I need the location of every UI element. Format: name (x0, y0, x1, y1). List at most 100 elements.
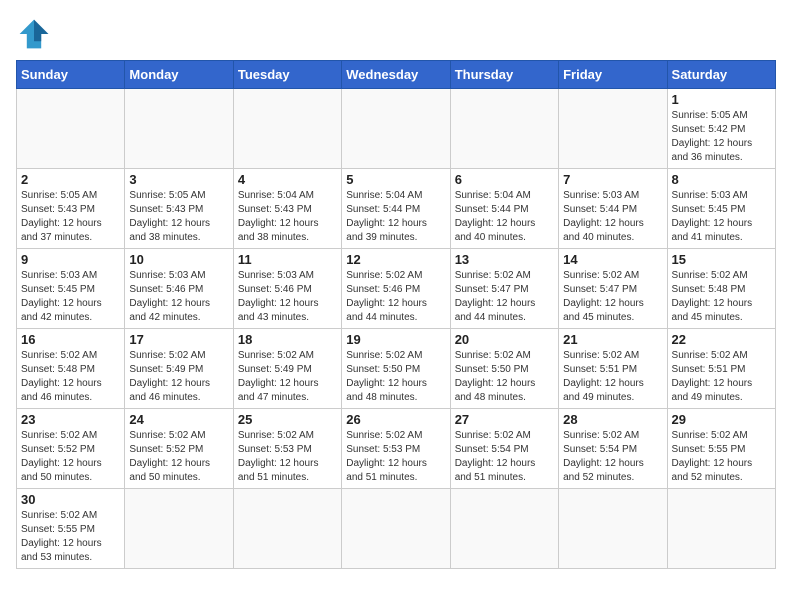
day-info: Sunrise: 5:02 AM Sunset: 5:47 PM Dayligh… (455, 269, 554, 325)
calendar-cell (450, 489, 558, 569)
weekday-wednesday: Wednesday (342, 61, 450, 89)
day-info: Sunrise: 5:05 AM Sunset: 5:43 PM Dayligh… (129, 189, 228, 245)
day-info: Sunrise: 5:05 AM Sunset: 5:42 PM Dayligh… (672, 109, 771, 165)
weekday-monday: Monday (125, 61, 233, 89)
calendar-cell (125, 89, 233, 169)
calendar-cell (342, 489, 450, 569)
day-number: 15 (672, 252, 771, 267)
calendar-body: 1 Sunrise: 5:05 AM Sunset: 5:42 PM Daylig… (17, 89, 776, 569)
day-number: 2 (21, 172, 120, 187)
day-info: Sunrise: 5:02 AM Sunset: 5:47 PM Dayligh… (563, 269, 662, 325)
day-number: 11 (238, 252, 337, 267)
calendar-week-5: 30Sunrise: 5:02 AM Sunset: 5:55 PM Dayli… (17, 489, 776, 569)
calendar-cell (233, 89, 341, 169)
calendar-cell: 13 Sunrise: 5:02 AM Sunset: 5:47 PM Dayli… (450, 249, 558, 329)
calendar-cell: 5Sunrise: 5:04 AM Sunset: 5:44 PM Daylig… (342, 169, 450, 249)
calendar-cell: 30Sunrise: 5:02 AM Sunset: 5:55 PM Dayli… (17, 489, 125, 569)
calendar-cell: 12 Sunrise: 5:02 AM Sunset: 5:46 PM Dayli… (342, 249, 450, 329)
day-number: 3 (129, 172, 228, 187)
day-info: Sunrise: 5:02 AM Sunset: 5:51 PM Dayligh… (563, 349, 662, 405)
day-info: Sunrise: 5:02 AM Sunset: 5:46 PM Dayligh… (346, 269, 445, 325)
calendar-cell: 24 Sunrise: 5:02 AM Sunset: 5:52 PM Dayli… (125, 409, 233, 489)
day-number: 17 (129, 332, 228, 347)
day-info: Sunrise: 5:04 AM Sunset: 5:43 PM Dayligh… (238, 189, 337, 245)
calendar-cell: 4 Sunrise: 5:04 AM Sunset: 5:43 PM Daylig… (233, 169, 341, 249)
day-number: 24 (129, 412, 228, 427)
calendar-cell: 2 Sunrise: 5:05 AM Sunset: 5:43 PM Daylig… (17, 169, 125, 249)
day-info: Sunrise: 5:02 AM Sunset: 5:51 PM Dayligh… (672, 349, 771, 405)
calendar-cell: 3 Sunrise: 5:05 AM Sunset: 5:43 PM Daylig… (125, 169, 233, 249)
calendar-cell: 17 Sunrise: 5:02 AM Sunset: 5:49 PM Dayli… (125, 329, 233, 409)
day-number: 25 (238, 412, 337, 427)
calendar-cell: 18 Sunrise: 5:02 AM Sunset: 5:49 PM Dayli… (233, 329, 341, 409)
calendar-cell: 16 Sunrise: 5:02 AM Sunset: 5:48 PM Dayli… (17, 329, 125, 409)
calendar-cell: 11 Sunrise: 5:03 AM Sunset: 5:46 PM Dayli… (233, 249, 341, 329)
day-info: Sunrise: 5:03 AM Sunset: 5:45 PM Dayligh… (21, 269, 120, 325)
day-info: Sunrise: 5:03 AM Sunset: 5:46 PM Dayligh… (129, 269, 228, 325)
day-info: Sunrise: 5:02 AM Sunset: 5:54 PM Dayligh… (455, 429, 554, 485)
day-number: 6 (455, 172, 554, 187)
day-number: 1 (672, 92, 771, 107)
calendar-cell: 23Sunrise: 5:02 AM Sunset: 5:52 PM Dayli… (17, 409, 125, 489)
day-number: 9 (21, 252, 120, 267)
weekday-saturday: Saturday (667, 61, 775, 89)
logo (16, 16, 58, 52)
day-number: 5 (346, 172, 445, 187)
day-number: 12 (346, 252, 445, 267)
day-info: Sunrise: 5:02 AM Sunset: 5:55 PM Dayligh… (672, 429, 771, 485)
calendar-cell: 10 Sunrise: 5:03 AM Sunset: 5:46 PM Dayli… (125, 249, 233, 329)
weekday-thursday: Thursday (450, 61, 558, 89)
calendar-cell: 20Sunrise: 5:02 AM Sunset: 5:50 PM Dayli… (450, 329, 558, 409)
calendar-cell (450, 89, 558, 169)
calendar-cell: 6 Sunrise: 5:04 AM Sunset: 5:44 PM Daylig… (450, 169, 558, 249)
day-info: Sunrise: 5:03 AM Sunset: 5:44 PM Dayligh… (563, 189, 662, 245)
logo-icon (16, 16, 52, 52)
calendar-week-4: 23 Sunrise: 5:02 AM Sunset: 5:52 PM Dayli… (17, 409, 776, 489)
day-number: 26 (346, 412, 445, 427)
calendar-cell: 22Sunrise: 5:02 AM Sunset: 5:51 PM Dayli… (667, 329, 775, 409)
day-number: 4 (238, 172, 337, 187)
calendar-cell (559, 89, 667, 169)
day-info: Sunrise: 5:02 AM Sunset: 5:50 PM Dayligh… (346, 349, 445, 405)
day-info: Sunrise: 5:05 AM Sunset: 5:43 PM Dayligh… (21, 189, 120, 245)
calendar-cell (342, 89, 450, 169)
calendar-cell: 25 Sunrise: 5:02 AM Sunset: 5:53 PM Dayli… (233, 409, 341, 489)
day-number: 27 (455, 412, 554, 427)
calendar-cell: 28Sunrise: 5:02 AM Sunset: 5:54 PM Dayli… (559, 409, 667, 489)
day-number: 18 (238, 332, 337, 347)
day-info: Sunrise: 5:02 AM Sunset: 5:49 PM Dayligh… (238, 349, 337, 405)
day-number: 14 (563, 252, 662, 267)
calendar-cell: 8Sunrise: 5:03 AM Sunset: 5:45 PM Daylig… (667, 169, 775, 249)
calendar-cell (667, 489, 775, 569)
day-number: 7 (563, 172, 662, 187)
day-info: Sunrise: 5:02 AM Sunset: 5:53 PM Dayligh… (238, 429, 337, 485)
weekday-friday: Friday (559, 61, 667, 89)
day-info: Sunrise: 5:02 AM Sunset: 5:48 PM Dayligh… (21, 349, 120, 405)
day-number: 23 (21, 412, 120, 427)
day-info: Sunrise: 5:02 AM Sunset: 5:52 PM Dayligh… (129, 429, 228, 485)
calendar-cell: 21Sunrise: 5:02 AM Sunset: 5:51 PM Dayli… (559, 329, 667, 409)
calendar-cell (125, 489, 233, 569)
day-info: Sunrise: 5:03 AM Sunset: 5:46 PM Dayligh… (238, 269, 337, 325)
day-number: 19 (346, 332, 445, 347)
day-number: 16 (21, 332, 120, 347)
day-info: Sunrise: 5:02 AM Sunset: 5:50 PM Dayligh… (455, 349, 554, 405)
calendar-cell: 29 Sunrise: 5:02 AM Sunset: 5:55 PM Dayli… (667, 409, 775, 489)
day-info: Sunrise: 5:02 AM Sunset: 5:53 PM Dayligh… (346, 429, 445, 485)
day-info: Sunrise: 5:02 AM Sunset: 5:49 PM Dayligh… (129, 349, 228, 405)
day-info: Sunrise: 5:04 AM Sunset: 5:44 PM Dayligh… (455, 189, 554, 245)
calendar-week-2: 9 Sunrise: 5:03 AM Sunset: 5:45 PM Daylig… (17, 249, 776, 329)
calendar-cell (559, 489, 667, 569)
calendar-cell: 26 Sunrise: 5:02 AM Sunset: 5:53 PM Dayli… (342, 409, 450, 489)
day-number: 10 (129, 252, 228, 267)
day-number: 29 (672, 412, 771, 427)
day-info: Sunrise: 5:02 AM Sunset: 5:55 PM Dayligh… (21, 509, 120, 565)
calendar-week-3: 16 Sunrise: 5:02 AM Sunset: 5:48 PM Dayli… (17, 329, 776, 409)
weekday-tuesday: Tuesday (233, 61, 341, 89)
calendar-week-0: 1 Sunrise: 5:05 AM Sunset: 5:42 PM Daylig… (17, 89, 776, 169)
day-info: Sunrise: 5:02 AM Sunset: 5:48 PM Dayligh… (672, 269, 771, 325)
calendar-cell: 1 Sunrise: 5:05 AM Sunset: 5:42 PM Daylig… (667, 89, 775, 169)
day-number: 13 (455, 252, 554, 267)
day-number: 8 (672, 172, 771, 187)
page-header (16, 16, 776, 52)
